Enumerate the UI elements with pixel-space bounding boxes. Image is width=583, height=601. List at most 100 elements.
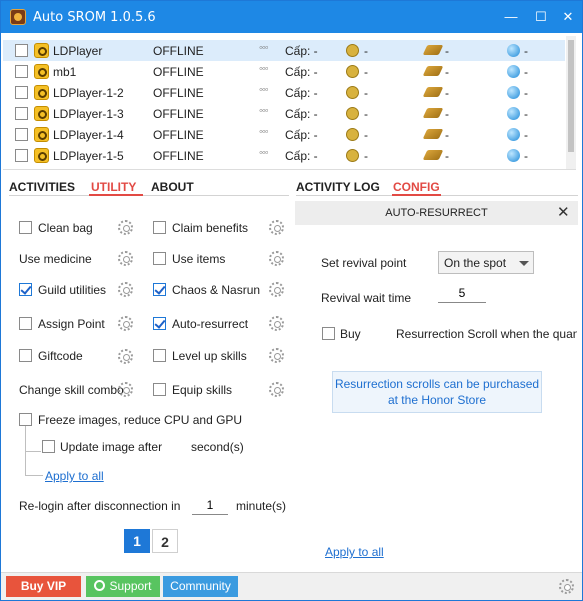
level-up-skills-checkbox[interactable] xyxy=(153,349,166,362)
use-medicine-settings-icon[interactable] xyxy=(118,251,133,266)
apply-to-all-link-left[interactable]: Apply to all xyxy=(45,469,104,483)
device-horn: - xyxy=(445,86,449,100)
window-title: Auto SROM 1.0.5.6 xyxy=(33,10,156,25)
device-checkbox[interactable] xyxy=(15,86,28,99)
device-level: Cấp: - xyxy=(285,86,318,100)
giftcode-checkbox[interactable] xyxy=(19,349,32,362)
equip-skills-checkbox[interactable] xyxy=(153,383,166,396)
settings-gear-icon[interactable] xyxy=(559,579,574,594)
assign-point-label: Assign Point xyxy=(38,317,105,331)
minimize-button[interactable]: — xyxy=(500,7,522,27)
device-checkbox[interactable] xyxy=(15,44,28,57)
buy-label: Buy xyxy=(340,327,361,341)
assign-point-settings-icon[interactable] xyxy=(118,316,133,331)
more-options-icon[interactable]: ◦◦◦ xyxy=(259,147,269,159)
revival-wait-label: Revival wait time xyxy=(321,291,412,305)
device-level: Cấp: - xyxy=(285,65,318,79)
chaos-nasrun-label: Chaos & Nasrun xyxy=(172,283,261,297)
guild-utilities-label: Guild utilities xyxy=(38,283,107,297)
device-horn: - xyxy=(445,44,449,58)
device-name: LDPlayer xyxy=(53,44,103,58)
use-items-label: Use items xyxy=(172,252,226,266)
device-row[interactable]: LDPlayer-1-4 OFFLINE ◦◦◦ Cấp: - - - - xyxy=(3,124,565,145)
claim-benefits-label: Claim benefits xyxy=(172,221,249,235)
level-up-skills-label: Level up skills xyxy=(172,349,247,363)
guild-utilities-settings-icon[interactable] xyxy=(118,282,133,297)
device-checkbox[interactable] xyxy=(15,149,28,162)
ldplayer-icon xyxy=(34,148,49,163)
more-options-icon[interactable]: ◦◦◦ xyxy=(259,105,269,117)
tab-activities[interactable]: ACTIVITIES xyxy=(9,180,75,194)
device-checkbox[interactable] xyxy=(15,65,28,78)
tab-activity-log[interactable]: ACTIVITY LOG xyxy=(296,180,380,194)
revival-point-label: Set revival point xyxy=(321,256,407,270)
active-tab-indicator xyxy=(89,194,143,196)
use-items-checkbox[interactable] xyxy=(153,252,166,265)
claim-benefits-settings-icon[interactable] xyxy=(269,220,284,235)
device-checkbox[interactable] xyxy=(15,128,28,141)
tab-config[interactable]: CONFIG xyxy=(393,180,440,194)
freeze-images-checkbox[interactable] xyxy=(19,413,32,426)
device-row[interactable]: mb1 OFFLINE ◦◦◦ Cấp: - - - - xyxy=(3,61,565,82)
buy-vip-button[interactable]: Buy VIP xyxy=(6,576,81,597)
device-checkbox[interactable] xyxy=(15,107,28,120)
device-list: LDPlayer OFFLINE ◦◦◦ Cấp: - - - - mb1 OF… xyxy=(3,36,576,170)
apply-to-all-link-right[interactable]: Apply to all xyxy=(325,545,384,559)
page-2-button[interactable]: 2 xyxy=(152,529,178,553)
device-row[interactable]: LDPlayer-1-5 OFFLINE ◦◦◦ Cấp: - - - - xyxy=(3,145,565,166)
equip-skills-settings-icon[interactable] xyxy=(269,382,284,397)
page-1-button[interactable]: 1 xyxy=(124,529,150,553)
device-status: OFFLINE xyxy=(153,107,204,121)
maximize-button[interactable]: ☐ xyxy=(530,7,552,27)
device-gem: - xyxy=(524,149,528,163)
revival-point-dropdown[interactable]: On the spot xyxy=(438,251,534,274)
device-status: OFFLINE xyxy=(153,65,204,79)
gem-icon xyxy=(507,86,520,99)
more-options-icon[interactable]: ◦◦◦ xyxy=(259,126,269,138)
use-items-settings-icon[interactable] xyxy=(269,251,284,266)
app-window: Auto SROM 1.0.5.6 — ☐ ✕ LDPlayer OFFLINE… xyxy=(0,0,583,601)
device-row[interactable]: LDPlayer-1-3 OFFLINE ◦◦◦ Cấp: - - - - xyxy=(3,103,565,124)
tree-connector xyxy=(25,451,41,452)
ldplayer-icon xyxy=(34,85,49,100)
close-panel-icon[interactable]: ✕ xyxy=(557,203,570,221)
device-row[interactable]: LDPlayer OFFLINE ◦◦◦ Cấp: - - - - xyxy=(3,40,565,61)
update-image-checkbox[interactable] xyxy=(42,440,55,453)
guild-utilities-checkbox[interactable] xyxy=(19,283,32,296)
device-gold: - xyxy=(364,86,368,100)
change-skill-combo-settings-icon[interactable] xyxy=(118,382,133,397)
left-tab-divider xyxy=(9,195,289,196)
support-button[interactable]: Support xyxy=(86,576,160,597)
relogin-label: Re-login after disconnection in xyxy=(19,499,181,513)
claim-benefits-checkbox[interactable] xyxy=(153,221,166,234)
horn-icon xyxy=(422,45,444,55)
tab-utility[interactable]: UTILITY xyxy=(91,180,136,194)
chaos-nasrun-checkbox[interactable] xyxy=(153,283,166,296)
auto-resurrect-checkbox[interactable] xyxy=(153,317,166,330)
device-gold: - xyxy=(364,107,368,121)
device-row[interactable]: LDPlayer-1-2 OFFLINE ◦◦◦ Cấp: - - - - xyxy=(3,82,565,103)
tab-about[interactable]: ABOUT xyxy=(151,180,194,194)
relogin-minutes-input[interactable] xyxy=(192,495,228,515)
assign-point-checkbox[interactable] xyxy=(19,317,32,330)
auto-resurrect-label: Auto-resurrect xyxy=(172,317,249,331)
scrollbar-thumb[interactable] xyxy=(568,40,574,152)
device-level: Cấp: - xyxy=(285,44,318,58)
clean-bag-checkbox[interactable] xyxy=(19,221,32,234)
community-button[interactable]: Community xyxy=(163,576,238,597)
giftcode-settings-icon[interactable] xyxy=(118,349,133,364)
more-options-icon[interactable]: ◦◦◦ xyxy=(259,63,269,75)
buy-scroll-checkbox[interactable] xyxy=(322,327,335,340)
auto-resurrect-settings-icon[interactable] xyxy=(269,316,284,331)
device-name: mb1 xyxy=(53,65,77,79)
revival-wait-input[interactable] xyxy=(438,283,486,303)
close-button[interactable]: ✕ xyxy=(557,7,579,27)
gold-coin-icon xyxy=(346,149,359,162)
level-up-skills-settings-icon[interactable] xyxy=(269,348,284,363)
more-options-icon[interactable]: ◦◦◦ xyxy=(259,84,269,96)
more-options-icon[interactable]: ◦◦◦ xyxy=(259,42,269,54)
chaos-nasrun-settings-icon[interactable] xyxy=(269,282,284,297)
clean-bag-settings-icon[interactable] xyxy=(118,220,133,235)
phone-icon xyxy=(94,580,106,591)
giftcode-label: Giftcode xyxy=(38,349,83,363)
